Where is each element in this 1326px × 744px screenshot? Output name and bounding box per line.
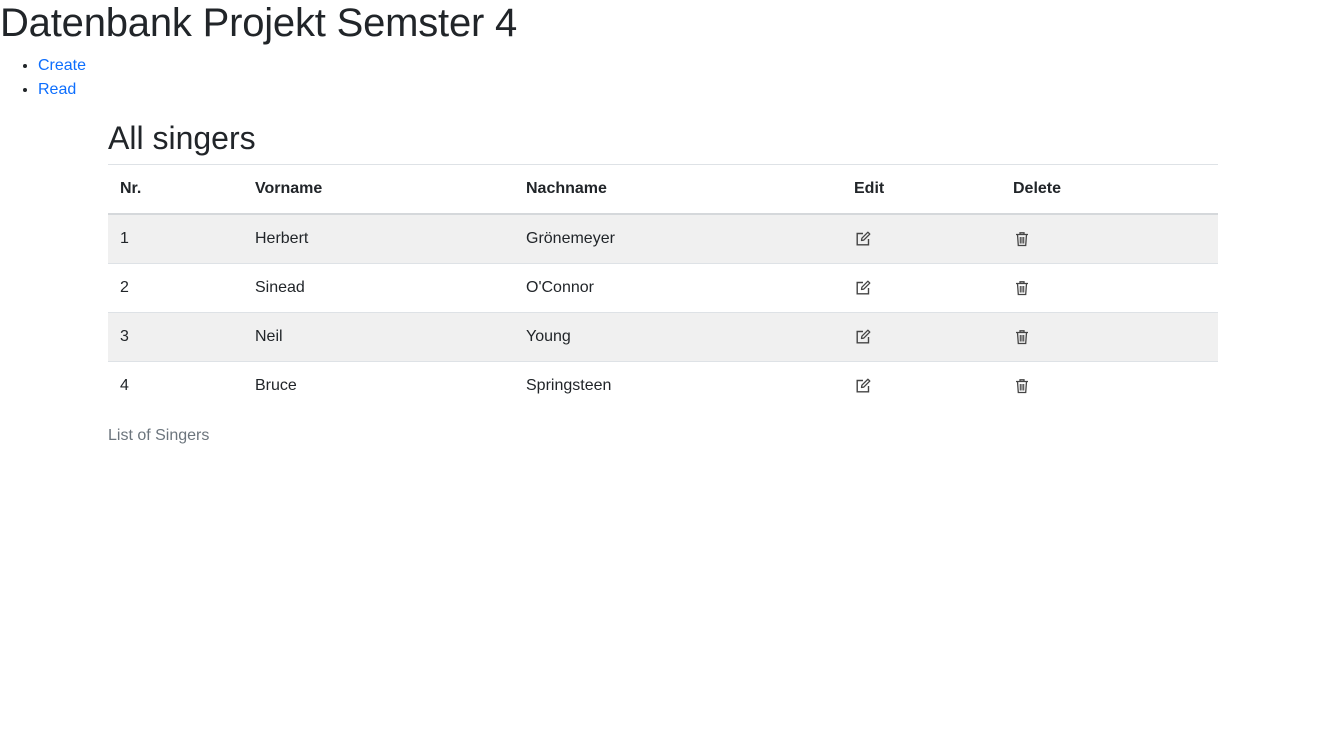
cell-nr: 3 [108, 312, 243, 362]
header-delete: Delete [1001, 165, 1218, 215]
edit-icon[interactable] [854, 328, 872, 346]
table-row: 4 Bruce Springsteen [108, 362, 1218, 411]
cell-nachname: Young [514, 312, 842, 362]
nav-list: Create Read [0, 54, 86, 102]
header-nr: Nr. [108, 165, 243, 215]
table-caption: List of Singers [108, 427, 210, 444]
cell-vorname: Neil [243, 312, 514, 362]
nav-item-read: Read [38, 78, 86, 102]
trash-icon[interactable] [1013, 279, 1031, 297]
table-row: 1 Herbert Grönemeyer [108, 214, 1218, 264]
edit-icon[interactable] [854, 279, 872, 297]
cell-nachname: O'Connor [514, 263, 842, 313]
cell-edit [842, 214, 1001, 264]
singers-section: All singers Nr. Vorname Nachname Edit De… [108, 118, 1218, 448]
section-title: All singers [108, 118, 1218, 165]
header-nachname: Nachname [514, 165, 842, 215]
cell-vorname: Bruce [255, 377, 297, 394]
cell-edit [842, 362, 1001, 411]
cell-edit [842, 263, 1001, 313]
cell-nr: 2 [108, 263, 243, 313]
cell-edit [842, 312, 1001, 362]
table-row: 2 Sinead O'Connor [108, 263, 1218, 313]
trash-icon[interactable] [1013, 230, 1031, 248]
trash-icon[interactable] [1013, 328, 1031, 346]
cell-delete [1001, 214, 1218, 264]
cell-delete [1001, 312, 1218, 362]
cell-nr: 1 [108, 214, 243, 264]
header-vorname: Vorname [243, 165, 514, 215]
header-edit: Edit [842, 165, 1001, 215]
cell-nachname: Grönemeyer [514, 214, 842, 264]
create-link[interactable]: Create [38, 57, 86, 74]
trash-icon[interactable] [1013, 377, 1031, 395]
cell-nr: 4 [120, 377, 129, 394]
cell-delete [1001, 263, 1218, 313]
cell-delete [1001, 362, 1218, 411]
edit-icon[interactable] [854, 377, 872, 395]
singers-table: Nr. Vorname Nachname Edit Delete 1 Herbe… [108, 165, 1218, 410]
table-row: 3 Neil Young [108, 312, 1218, 362]
cell-vorname: Sinead [243, 263, 514, 313]
edit-icon[interactable] [854, 230, 872, 248]
nav-item-create: Create [38, 54, 86, 78]
cell-nachname: Springsteen [526, 377, 612, 394]
read-link[interactable]: Read [38, 81, 76, 98]
cell-vorname: Herbert [243, 214, 514, 264]
page-title: Datenbank Projekt Semster 4 [0, 1, 518, 45]
table-header-row: Nr. Vorname Nachname Edit Delete [108, 165, 1218, 215]
